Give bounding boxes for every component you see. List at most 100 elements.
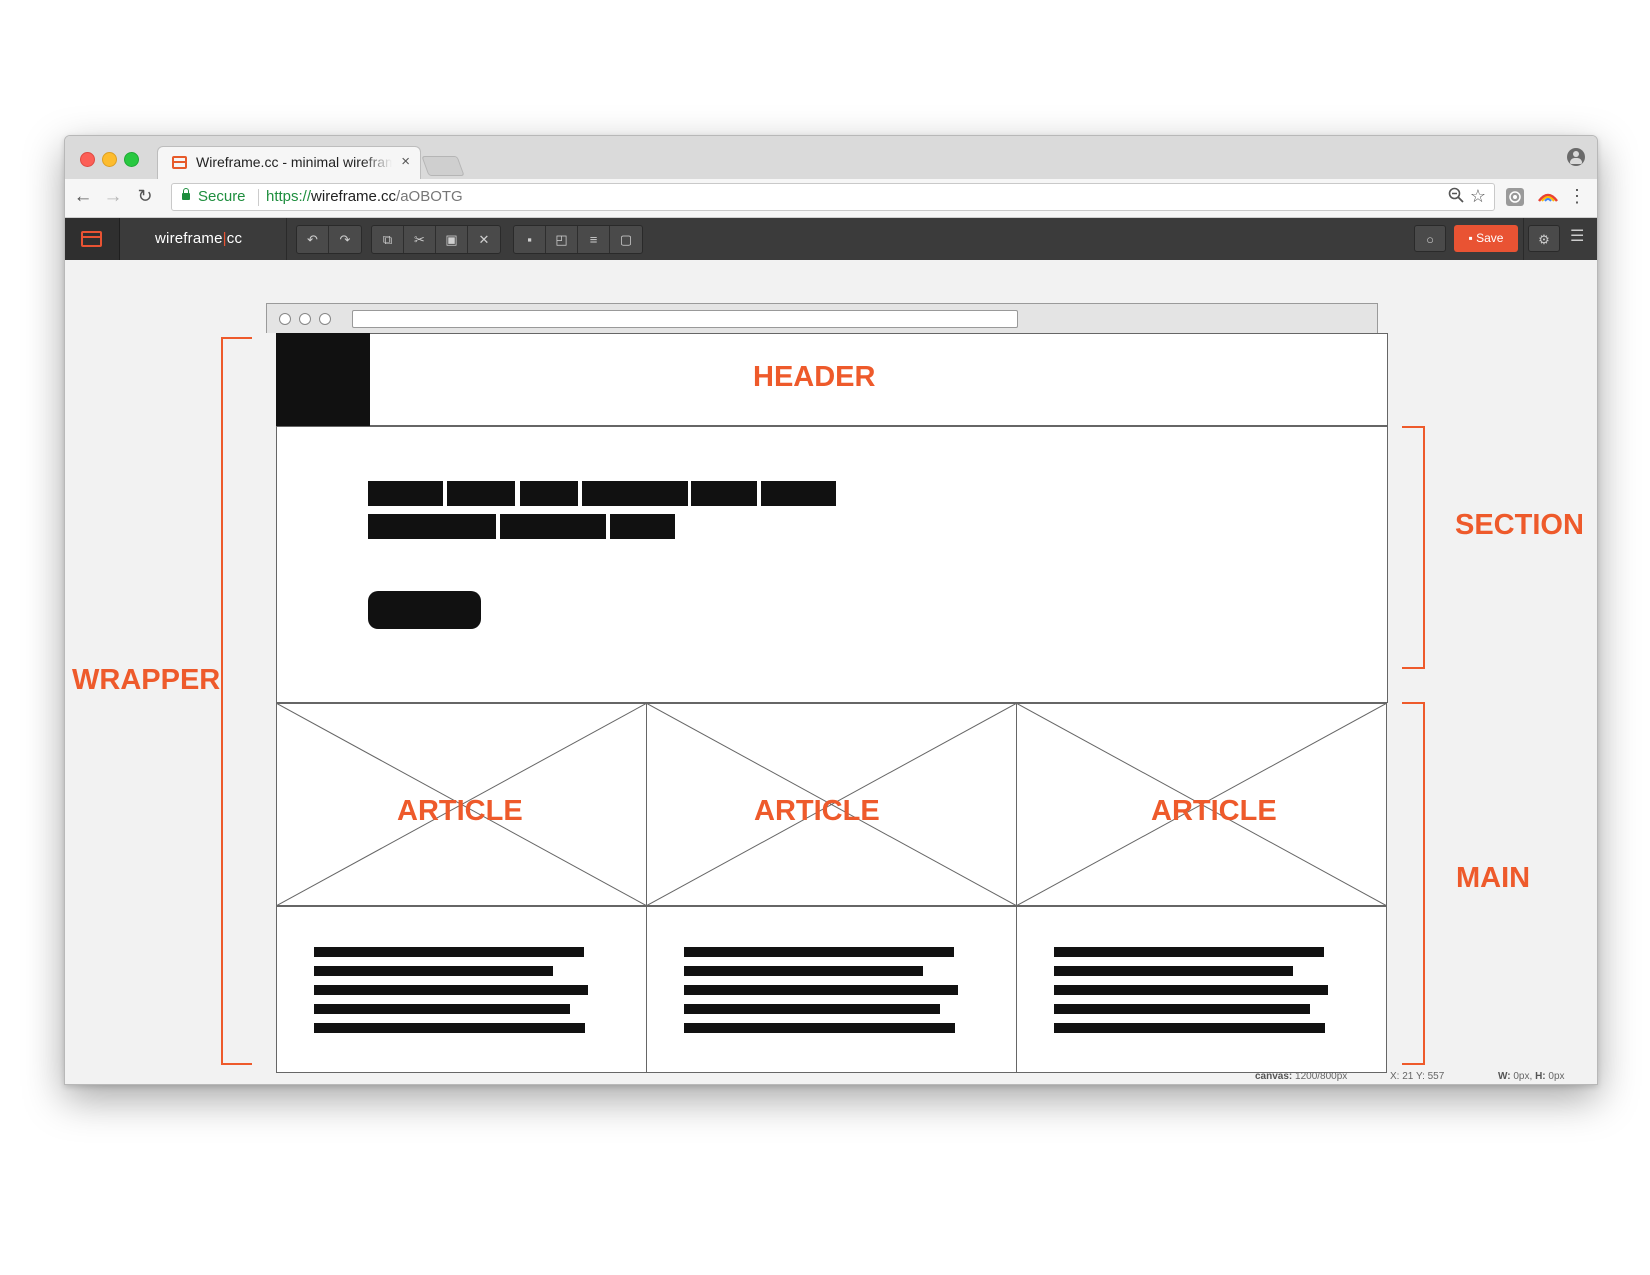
article-label: ARTICLE bbox=[754, 795, 880, 827]
text-line-block bbox=[1054, 1004, 1310, 1014]
save-button[interactable]: ▪ Save bbox=[1454, 225, 1518, 252]
dimension-status: W: 0px, H: 0px bbox=[1498, 1071, 1565, 1082]
heading-word-block[interactable] bbox=[582, 481, 688, 506]
text-line-block bbox=[1054, 966, 1293, 976]
url-text[interactable]: https://wireframe.cc/aOBOTG bbox=[266, 188, 463, 205]
redo-icon[interactable]: ↷ bbox=[329, 226, 361, 253]
navigation-bar: ← → ↻ Secure https://wireframe.cc/aOBOTG… bbox=[65, 179, 1597, 218]
wireframe-button-block[interactable] bbox=[368, 591, 481, 629]
close-window-button[interactable] bbox=[80, 152, 95, 167]
text-line-block bbox=[314, 966, 553, 976]
app-logo[interactable] bbox=[65, 218, 120, 260]
secure-label: Secure bbox=[198, 188, 246, 205]
tab-strip: Wireframe.cc - minimal wireframe × bbox=[65, 136, 1597, 180]
header-label: HEADER bbox=[753, 361, 876, 393]
address-bar[interactable]: Secure https://wireframe.cc/aOBOTG ☆ bbox=[171, 183, 1495, 211]
heading-word-block[interactable] bbox=[610, 514, 675, 539]
wireframe-dot bbox=[299, 313, 311, 325]
heading-word-block[interactable] bbox=[447, 481, 515, 506]
text-line-block bbox=[684, 966, 923, 976]
wireframe-section[interactable] bbox=[276, 426, 1388, 703]
text-line-block bbox=[314, 1023, 585, 1033]
heading-word-block[interactable] bbox=[368, 514, 496, 539]
settings-icon[interactable]: ⚙ bbox=[1528, 225, 1560, 252]
text-line-block bbox=[1054, 1023, 1325, 1033]
height-value: 0px bbox=[1548, 1071, 1565, 1082]
url-host: wireframe.cc bbox=[311, 188, 397, 205]
app-name-right: cc bbox=[226, 230, 243, 247]
url-scheme: https:// bbox=[266, 188, 312, 205]
align-icon[interactable]: ≡ bbox=[578, 226, 610, 253]
back-icon[interactable]: ← bbox=[71, 186, 95, 208]
app-toolbar: wireframe|cc ↶ ↷ ⧉ ✂ ▣ ✕ ▪ ◰ ≡ ▢ ○ ▪ Sav… bbox=[65, 218, 1597, 260]
heading-word-block[interactable] bbox=[761, 481, 836, 506]
forward-icon[interactable]: → bbox=[101, 186, 125, 208]
minimize-window-button[interactable] bbox=[102, 152, 117, 167]
browser-tab[interactable]: Wireframe.cc - minimal wireframe × bbox=[157, 146, 421, 180]
menu-icon[interactable]: ☰ bbox=[1570, 226, 1584, 246]
delete-icon[interactable]: ✕ bbox=[468, 226, 500, 253]
text-line-block bbox=[314, 985, 588, 995]
bracket-line bbox=[1402, 702, 1425, 704]
browser-menu-icon[interactable]: ⋮ bbox=[1565, 186, 1589, 207]
reload-icon[interactable]: ↻ bbox=[133, 186, 157, 207]
bracket-line bbox=[221, 337, 252, 339]
wireframe-browser-bar[interactable] bbox=[266, 303, 1378, 333]
main-label: MAIN bbox=[1456, 862, 1531, 894]
tab-close-icon[interactable]: × bbox=[401, 153, 410, 170]
tab-title: Wireframe.cc - minimal wireframe bbox=[196, 154, 392, 170]
heading-word-block[interactable] bbox=[520, 481, 578, 506]
divider bbox=[258, 189, 259, 206]
bracket-line bbox=[1402, 426, 1425, 428]
wireframe-logo-block[interactable] bbox=[276, 333, 370, 426]
text-line-block bbox=[684, 1004, 940, 1014]
bracket-line bbox=[1423, 702, 1425, 1065]
text-line-block bbox=[314, 947, 584, 957]
width-label: W: bbox=[1498, 1071, 1511, 1082]
heading-word-block[interactable] bbox=[500, 514, 606, 539]
width-value: 0px, bbox=[1513, 1071, 1533, 1082]
toolbar-divider bbox=[286, 218, 287, 260]
save-label: Save bbox=[1476, 231, 1504, 245]
article-label: ARTICLE bbox=[397, 795, 523, 827]
arrange-group: ▪ ◰ ≡ ▢ bbox=[513, 225, 643, 254]
section-label: SECTION bbox=[1455, 509, 1584, 541]
text-line-block bbox=[684, 947, 954, 957]
wireframe-address-bar bbox=[352, 310, 1018, 328]
bracket-line bbox=[1402, 667, 1425, 669]
text-line-block bbox=[1054, 985, 1328, 995]
profile-icon[interactable] bbox=[1567, 148, 1585, 166]
zoom-icon[interactable] bbox=[1448, 187, 1464, 208]
app-name-left: wireframe bbox=[155, 230, 223, 247]
group-icon[interactable]: ▢ bbox=[610, 226, 642, 253]
wrapper-label: WRAPPER bbox=[72, 664, 221, 696]
cursor-position-status: X: 21 Y: 557 bbox=[1390, 1071, 1445, 1082]
height-label: H: bbox=[1535, 1071, 1546, 1082]
wireframe-dot bbox=[319, 313, 331, 325]
maximize-window-button[interactable] bbox=[124, 152, 139, 167]
extension-icon[interactable] bbox=[1505, 187, 1525, 207]
toolbar-divider bbox=[1523, 218, 1524, 260]
heading-word-block[interactable] bbox=[691, 481, 757, 506]
clipboard-group: ⧉ ✂ ▣ ✕ bbox=[371, 225, 501, 254]
cut-icon[interactable]: ✂ bbox=[404, 226, 436, 253]
paste-icon[interactable]: ▣ bbox=[436, 226, 468, 253]
heading-word-block[interactable] bbox=[368, 481, 443, 506]
colorful-extension-icon[interactable] bbox=[1537, 187, 1558, 207]
bracket-line bbox=[221, 337, 223, 1065]
comment-icon[interactable]: ○ bbox=[1414, 225, 1446, 252]
wireframe-favicon-icon bbox=[172, 156, 187, 169]
copy-icon[interactable]: ⧉ bbox=[372, 226, 404, 253]
arrange-icon[interactable]: ◰ bbox=[546, 226, 578, 253]
text-line-block bbox=[1054, 947, 1324, 957]
bookmark-star-icon[interactable]: ☆ bbox=[1470, 186, 1486, 207]
bracket-line bbox=[221, 1063, 252, 1065]
text-line-block bbox=[684, 1023, 955, 1033]
lock-icon bbox=[182, 188, 190, 200]
undo-icon[interactable]: ↶ bbox=[297, 226, 329, 253]
bracket-line bbox=[1402, 1063, 1425, 1065]
new-tab-button[interactable] bbox=[421, 156, 465, 176]
app-name: wireframe|cc bbox=[155, 230, 242, 247]
lock-icon[interactable]: ▪ bbox=[514, 226, 546, 253]
bracket-line bbox=[1423, 426, 1425, 669]
